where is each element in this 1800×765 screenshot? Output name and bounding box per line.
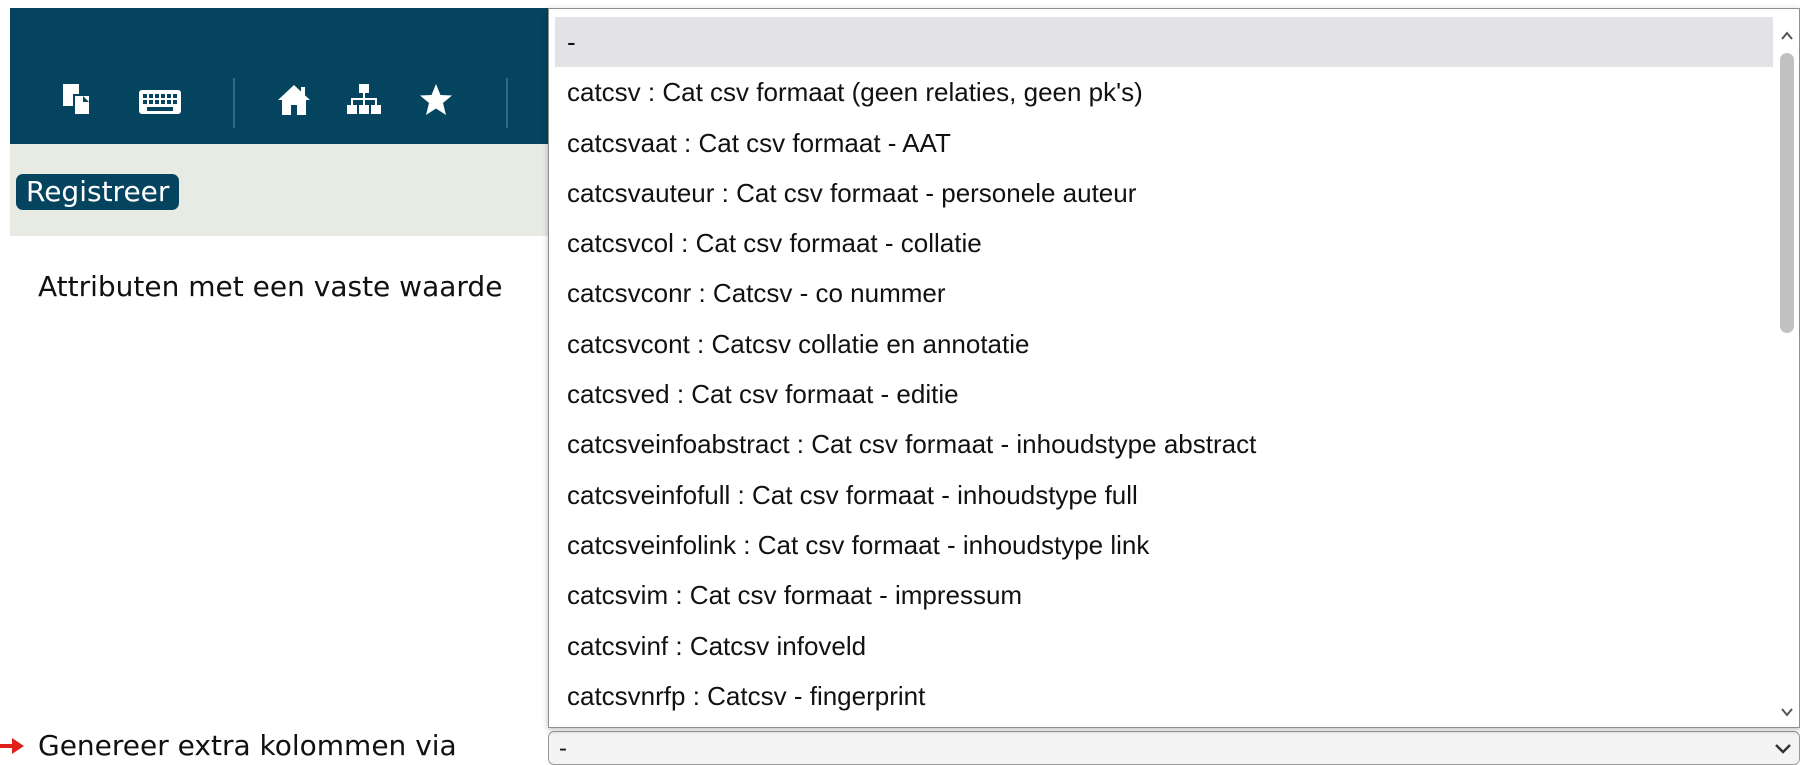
dropdown-option[interactable]: catcsveinfofull : Cat csv formaat - inho… — [555, 470, 1773, 520]
chevron-down-icon — [1773, 741, 1793, 755]
keyboard-icon[interactable] — [137, 82, 183, 118]
dropdown-option[interactable]: catcsvim : Cat csv formaat - impressum — [555, 570, 1773, 620]
dropdown-option[interactable]: catcsvcont : Catcsv collatie en annotati… — [555, 319, 1773, 369]
dropdown-option[interactable]: catcsvauteur : Cat csv formaat - persone… — [555, 168, 1773, 218]
register-button[interactable]: Registreer — [16, 174, 180, 210]
fixed-attributes-label: Attributen met een vaste waarde — [38, 270, 503, 303]
dropdown-option[interactable]: catcsvinf : Catcsv infoveld — [555, 621, 1773, 671]
dropdown-option[interactable]: catcsv : Cat csv formaat (geen relaties,… — [555, 67, 1773, 117]
scroll-down-icon[interactable] — [1779, 705, 1795, 719]
dropdown-option[interactable]: catcsveinfolink : Cat csv formaat - inho… — [555, 520, 1773, 570]
extra-columns-dropdown-list[interactable]: - catcsv : Cat csv formaat (geen relatie… — [548, 8, 1800, 728]
dropdown-scrollbar[interactable] — [1773, 9, 1799, 727]
extra-columns-select[interactable]: - — [548, 731, 1800, 765]
toolbar-separator — [233, 78, 235, 128]
toolbar-separator — [506, 78, 508, 128]
star-icon[interactable] — [418, 82, 454, 118]
dropdown-option[interactable]: catcsvconr : Catcsv - co nummer — [555, 268, 1773, 318]
dropdown-option[interactable]: catcsvaat : Cat csv formaat - AAT — [555, 118, 1773, 168]
required-arrow-icon — [0, 738, 24, 754]
scroll-up-icon[interactable] — [1779, 29, 1795, 43]
select-value: - — [559, 735, 567, 762]
dropdown-option[interactable]: - — [555, 17, 1773, 68]
sitemap-icon[interactable] — [346, 82, 382, 118]
dropdown-option[interactable]: catcsvnrfp : Catcsv - fingerprint — [555, 671, 1773, 721]
copy-icon[interactable] — [59, 82, 95, 118]
option-list: - catcsv : Cat csv formaat (geen relatie… — [555, 17, 1773, 721]
dropdown-option[interactable]: catcsveinfoabstract : Cat csv formaat - … — [555, 419, 1773, 469]
dropdown-option[interactable]: catcsvcol : Cat csv formaat - collatie — [555, 218, 1773, 268]
scrollbar-thumb[interactable] — [1780, 53, 1794, 333]
page: Registreer Attributen met een vaste waar… — [0, 0, 1800, 765]
extra-columns-label: Genereer extra kolommen via — [38, 729, 457, 762]
dropdown-option[interactable]: catcsved : Cat csv formaat - editie — [555, 369, 1773, 419]
home-icon[interactable] — [276, 82, 312, 118]
